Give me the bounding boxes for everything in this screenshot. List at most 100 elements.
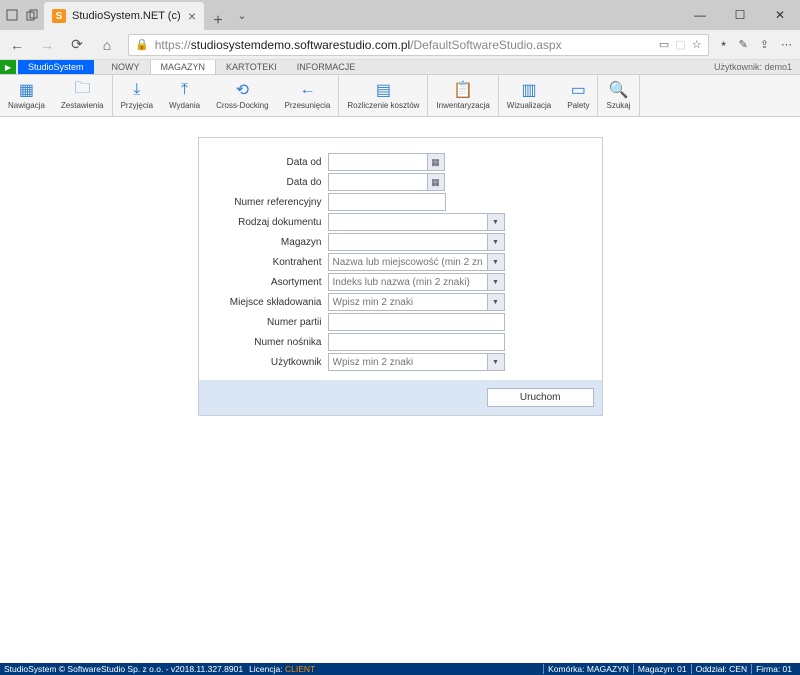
tab-chevron-icon[interactable]: ⌄ [232,0,252,30]
chart-icon: ▥ [519,81,539,99]
more-icon[interactable]: ⋯ [781,38,792,51]
label-miejsce: Miejsce składowania [213,297,328,308]
window-controls: — ☐ ✕ [680,0,800,30]
back-button[interactable]: ← [8,37,26,53]
browser-navbar: ← → ⟳ ⌂ 🔒 https://studiosystemdemo.softw… [0,30,800,60]
tab-title: StudioSystem.NET (c) Sc [72,10,182,22]
input-data-od[interactable] [328,153,428,171]
new-tab-button[interactable]: + [204,12,232,30]
menu-magazyn[interactable]: MAGAZYN [150,60,217,74]
label-data-do: Data do [213,177,328,188]
label-uzytkownik: Użytkownik [213,357,328,368]
input-numer-nosnika[interactable] [328,333,505,351]
reader-icon[interactable]: ▭ [659,38,669,51]
star-icon[interactable]: ☆ [692,38,702,51]
input-kontrahent[interactable] [328,253,488,271]
dropdown-magazyn-button[interactable]: ▼ [488,233,505,251]
run-button[interactable]: Uruchom [487,388,594,407]
ribbon-przyjecia[interactable]: ⤓Przyjęcia [113,75,161,116]
ribbon-rozliczenie[interactable]: ▤Rozliczenie kosztów [339,75,427,116]
datepicker-do-button[interactable]: ▦ [428,173,445,191]
app-menubar: ▶ StudioSystem NOWY MAGAZYN KARTOTEKI IN… [0,60,800,75]
input-uzytkownik[interactable] [328,353,488,371]
ribbon-nawigacja[interactable]: ▦Nawigacja [0,75,53,116]
titlebar-left [0,0,38,30]
grid-icon: ▦ [16,81,36,99]
dropdown-uzytkownik-button[interactable]: ▼ [488,353,505,371]
close-button[interactable]: ✕ [760,0,800,30]
input-rodzaj[interactable] [328,213,488,231]
tab-close-icon[interactable]: × [188,8,196,24]
input-magazyn[interactable] [328,233,488,251]
tab-back-icon[interactable] [6,9,18,21]
status-komorka: Komórka: MAGAZYN [543,664,633,674]
panel-footer: Uruchom [199,380,602,415]
input-miejsce[interactable] [328,293,488,311]
status-magazyn: Magazyn: 01 [633,664,691,674]
brand-button[interactable]: StudioSystem [18,60,94,74]
refresh-button[interactable]: ⟳ [68,36,86,53]
download-icon: ⤓ [127,81,147,99]
menu-informacje[interactable]: INFORMACJE [287,60,366,74]
favicon: S [52,9,66,23]
cost-icon: ▤ [373,81,393,99]
pen-icon[interactable]: ✎ [739,38,748,51]
dropdown-kontrahent-button[interactable]: ▼ [488,253,505,271]
play-icon[interactable]: ▶ [0,60,16,74]
label-numer-partii: Numer partii [213,317,328,328]
dropdown-asortyment-button[interactable]: ▼ [488,273,505,291]
input-data-do[interactable] [328,173,428,191]
ribbon: ▦Nawigacja 🗀Zestawienia ⤓Przyjęcia ⤒Wyda… [0,75,800,117]
pallet-icon: ▭ [568,81,588,99]
ribbon-zestawienia[interactable]: 🗀Zestawienia [53,75,112,116]
browser-tab[interactable]: S StudioSystem.NET (c) Sc × [44,2,204,30]
url-text: https://studiosystemdemo.softwarestudio.… [155,38,653,52]
menu-kartoteki[interactable]: KARTOTEKI [216,60,287,74]
label-numer-ref: Numer referencyjny [213,197,328,208]
label-data-od: Data od [213,157,328,168]
status-copyright: StudioSystem © SoftwareStudio Sp. z o.o.… [4,664,243,674]
status-oddzial: Oddział: CEN [691,664,752,674]
address-bar[interactable]: 🔒 https://studiosystemdemo.softwarestudi… [128,34,709,56]
inventory-icon: 📋 [453,81,473,99]
home-button[interactable]: ⌂ [98,37,116,53]
label-kontrahent: Kontrahent [213,257,328,268]
ribbon-szukaj[interactable]: 🔍Szukaj [598,75,638,116]
cycle-icon: ⟲ [232,81,252,99]
ribbon-cross-docking[interactable]: ⟲Cross-Docking [208,75,276,116]
label-magazyn: Magazyn [213,237,328,248]
label-numer-nosnika: Numer nośnika [213,337,328,348]
input-numer-partii[interactable] [328,313,505,331]
status-license: Licencja: CLIENT [249,664,315,674]
ribbon-przesuniecia[interactable]: ←Przesunięcia [277,75,339,116]
dropdown-rodzaj-button[interactable]: ▼ [488,213,505,231]
share-icon[interactable]: ⇪ [760,38,769,51]
favorites-icon[interactable]: ⭑ [721,38,727,51]
input-asortyment[interactable] [328,273,488,291]
ribbon-palety[interactable]: ▭Palety [559,75,597,116]
book-icon[interactable]: ▢ [675,38,685,51]
user-info: Użytkownik: demo1 [714,62,800,72]
lock-icon: 🔒 [135,38,149,51]
upload-icon: ⤒ [175,81,195,99]
tab-copy-icon[interactable] [26,9,38,21]
datepicker-od-button[interactable]: ▦ [428,153,445,171]
label-rodzaj: Rodzaj dokumentu [213,217,328,228]
ribbon-wizualizacja[interactable]: ▥Wizualizacja [499,75,559,116]
status-firma: Firma: 01 [751,664,796,674]
forward-button[interactable]: → [38,37,56,53]
maximize-button[interactable]: ☐ [720,0,760,30]
navbar-right: ⭑ ✎ ⇪ ⋯ [721,38,792,51]
label-asortyment: Asortyment [213,277,328,288]
minimize-button[interactable]: — [680,0,720,30]
content-area: Data od ▦ Data do ▦ Numer referencyjny Rod… [0,117,800,663]
dropdown-miejsce-button[interactable]: ▼ [488,293,505,311]
ribbon-wydania[interactable]: ⤒Wydania [161,75,208,116]
input-numer-ref[interactable] [328,193,446,211]
window-titlebar: S StudioSystem.NET (c) Sc × + ⌄ — ☐ ✕ [0,0,800,30]
menu-nowy[interactable]: NOWY [102,60,150,74]
tab-strip: S StudioSystem.NET (c) Sc × + [44,0,232,30]
filter-panel: Data od ▦ Data do ▦ Numer referencyjny Rod… [198,137,603,416]
ribbon-inwentaryzacja[interactable]: 📋Inwentaryzacja [428,75,497,116]
search-icon: 🔍 [608,81,628,99]
